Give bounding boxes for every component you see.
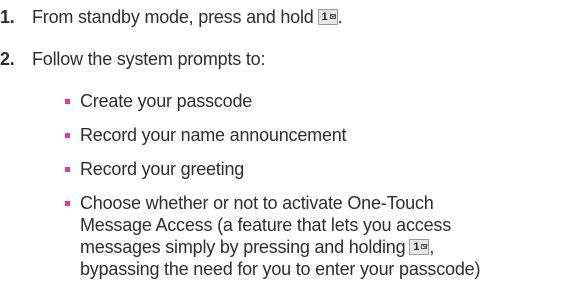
bullet-marker: [65, 201, 70, 206]
step-text: Follow the system prompts to:: [32, 49, 266, 69]
instructions-document: 1. From standby mode, press and hold 1. 2…: [0, 7, 481, 279]
step-text: From standby mode, press and hold: [32, 7, 314, 27]
envelope-icon: [421, 244, 428, 249]
step-number: 1.: [0, 7, 15, 27]
phone-key-1: 1: [409, 239, 430, 255]
phone-key-1: 1: [317, 9, 338, 25]
bullet-marker: [65, 167, 70, 172]
bullet-marker: [65, 133, 70, 138]
envelope-icon: [329, 14, 336, 19]
step-number: 2.: [0, 49, 15, 69]
bullet-marker: [65, 99, 70, 104]
